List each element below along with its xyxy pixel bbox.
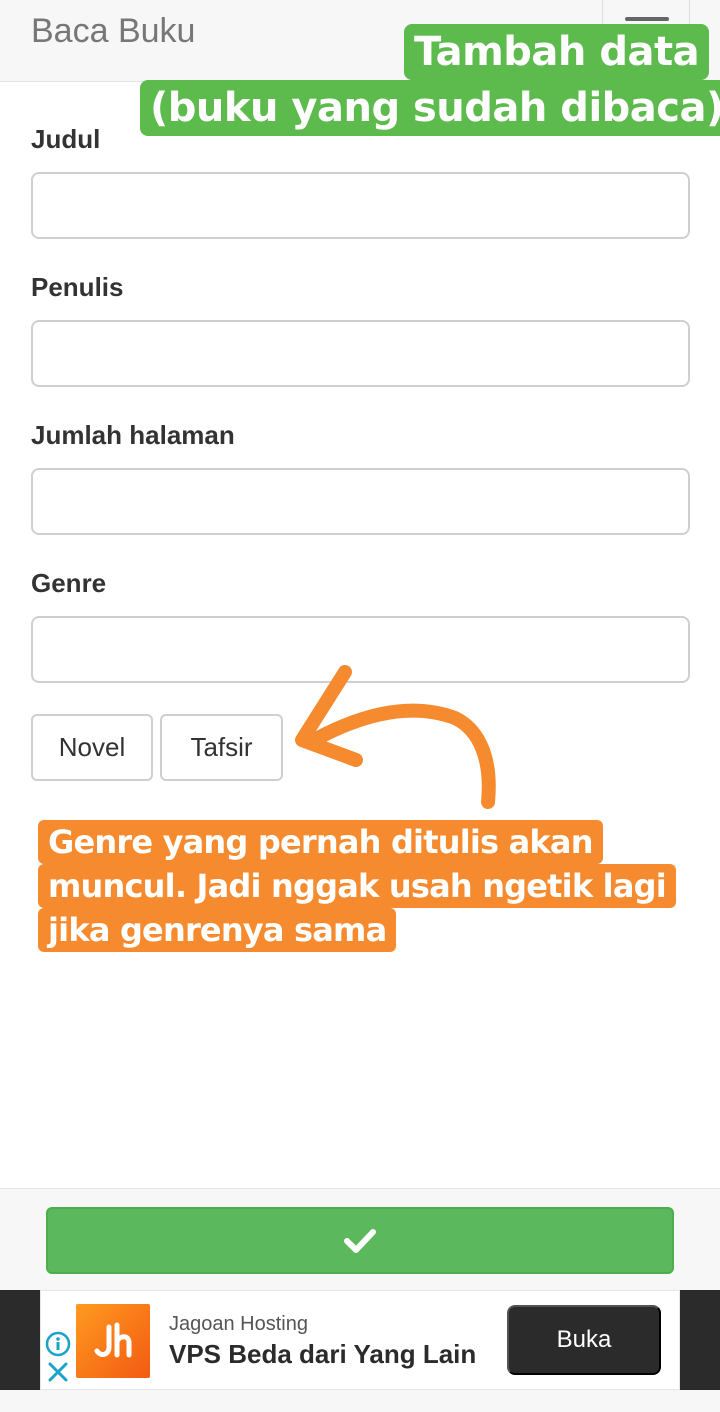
page-count-label: Jumlah halaman — [31, 420, 235, 450]
save-button[interactable] — [46, 1207, 674, 1274]
ad-open-button[interactable]: Buka — [507, 1305, 661, 1375]
genre-option-novel[interactable]: Novel — [31, 714, 153, 781]
bottom-strip — [0, 1390, 720, 1412]
title-input[interactable] — [31, 172, 690, 239]
annotation-line: (buku yang sudah dibaca) — [140, 80, 720, 136]
ad-headline: VPS Beda dari Yang Lain — [169, 1339, 477, 1369]
close-icon[interactable] — [47, 1361, 69, 1383]
annotation-line: muncul. Jadi nggak usah ngetik lagi — [38, 864, 676, 908]
check-icon — [344, 1228, 376, 1253]
app-brand[interactable]: Baca Buku — [31, 12, 195, 51]
genre-option-tafsir[interactable]: Tafsir — [160, 714, 283, 781]
ad-banner[interactable]: Jagoan Hosting VPS Beda dari Yang Lain B… — [40, 1290, 680, 1390]
genre-label: Genre — [31, 568, 107, 598]
author-input[interactable] — [31, 320, 690, 387]
title-label: Judul — [31, 124, 101, 154]
annotation-line: Tambah data — [404, 24, 710, 80]
ad-container: Jagoan Hosting VPS Beda dari Yang Lain B… — [0, 1290, 720, 1390]
page-count-input[interactable] — [31, 468, 690, 535]
annotation-line: Genre yang pernah ditulis akan — [38, 820, 603, 864]
author-label: Penulis — [31, 272, 124, 302]
annotation-line: jika genrenya sama — [38, 908, 397, 952]
arrow-icon — [295, 665, 496, 809]
ad-advertiser: Jagoan Hosting — [169, 1313, 308, 1335]
hamburger-icon — [625, 17, 669, 21]
info-icon[interactable] — [45, 1331, 71, 1357]
action-bar — [0, 1188, 720, 1290]
advertiser-logo — [76, 1304, 150, 1378]
